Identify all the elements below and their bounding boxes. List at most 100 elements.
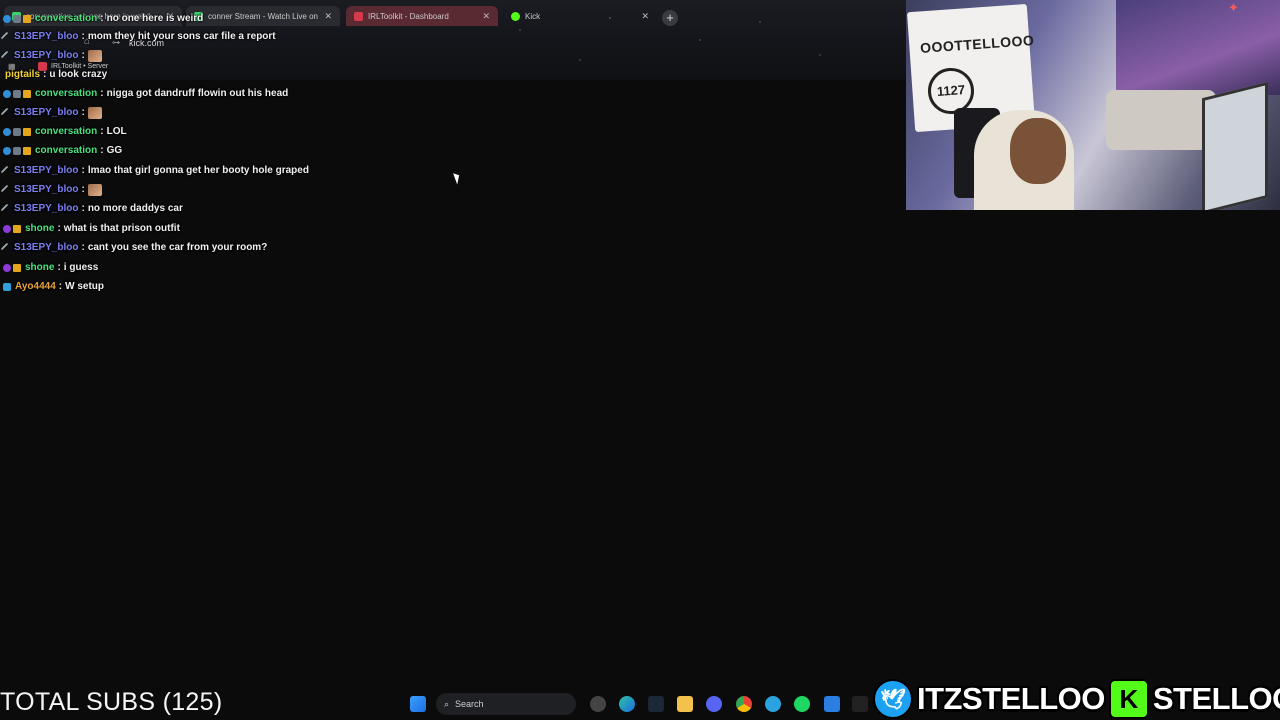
gift-badge-icon [13,263,21,272]
chat-username[interactable]: conversation [35,145,97,156]
chat-username[interactable]: conversation [35,88,97,99]
gift-badge-icon [23,89,31,98]
chat-text: cant you see the car from your room? [87,242,268,253]
verified-badge-icon [3,127,11,136]
chat-message: S13EPY_bloo: cant you see the car from yo… [0,238,268,257]
close-icon[interactable]: ✕ [482,11,490,22]
chat-username[interactable]: S13EPY_bloo [14,107,78,118]
close-icon[interactable]: ✕ [641,11,649,22]
search-placeholder: Search [455,699,484,709]
chat-username[interactable]: S13EPY_bloo [14,203,78,214]
social-handles: 🕊 ITZSTELLOO K STELLOOO [873,679,1280,719]
chat-separator: : [43,69,47,80]
chat-message: S13EPY_bloo: [0,46,102,65]
alert-icon: ✦ [1228,0,1239,15]
monitor [1202,81,1268,210]
gift-badge-icon [23,14,31,23]
emote-image [87,183,102,196]
chat-username[interactable]: Ayo4444 [15,281,56,292]
subscriber-badge-icon [13,127,21,136]
chat-username[interactable]: S13EPY_bloo [14,165,78,176]
chat-text: LOL [106,126,127,137]
chat-message: shone: i guess [3,258,98,277]
sword-badge-icon [0,50,11,61]
tab-4[interactable]: Kick ✕ [503,6,657,26]
chat-username[interactable]: pigtails [5,69,40,80]
chat-username[interactable]: conversation [35,13,97,24]
chat-username[interactable]: shone [25,223,54,234]
chat-separator: : [81,50,85,61]
bed [1106,90,1216,150]
chat-username[interactable]: conversation [35,126,97,137]
sword-badge-icon [0,165,11,176]
chat-text: i guess [63,262,99,273]
tab-3-label: IRLToolkit - Dashboard [368,11,449,21]
discord-icon[interactable] [706,696,722,712]
chat-username[interactable]: S13EPY_bloo [14,242,78,253]
verified-badge-icon [3,146,11,155]
chat-text: W setup [65,281,105,292]
tool-icon[interactable] [824,696,840,712]
chat-message: pigtails: u look crazy [3,65,107,84]
kick-favicon-icon [511,11,520,21]
chat-message: S13EPY_bloo: lmao that girl gonna get her… [0,161,309,180]
verified-badge-icon [3,89,11,98]
chat-text: what is that prison outfit [63,223,180,234]
chat-message: S13EPY_bloo: [0,180,102,199]
chat-text: GG [106,145,123,156]
taskbar-search[interactable]: ⌕ Search [436,693,576,715]
chat-message: conversation: no one here is weird [3,9,203,28]
sword-badge-icon [0,203,11,214]
chat-separator: : [81,107,85,118]
gift-badge-icon [23,127,31,136]
chat-separator: : [81,31,85,42]
sword-badge-icon [0,107,11,118]
emote-image [87,106,102,119]
tab-2[interactable]: conner Stream - Watch Live on ✕ [186,6,340,26]
chat-username[interactable]: shone [25,262,54,273]
search-icon: ⌕ [444,698,450,709]
chat-message: conversation: nigga got dandruff flowin o… [3,84,288,103]
chat-username[interactable]: S13EPY_bloo [14,31,78,42]
gift-badge-icon [13,224,21,233]
kick-handle: STELLOOO [1152,681,1280,716]
chat-separator: : [57,223,61,234]
tab-2-label: conner Stream - Watch Live on [208,11,318,21]
chat-separator: : [100,145,104,156]
tab-4-label: Kick [525,11,541,21]
sword-badge-icon [0,31,11,42]
subscriber-badge-icon [13,146,21,155]
edge-icon[interactable] [619,696,635,712]
spotify-icon[interactable] [794,696,810,712]
twitter-bird-icon: 🕊 [873,679,913,719]
tab-3[interactable]: IRLToolkit - Dashboard ✕ [346,6,498,26]
file-explorer-icon[interactable] [677,696,693,712]
chat-text: nigga got dandruff flowin out his head [106,88,289,99]
sword-badge-icon [0,242,11,253]
app-icon[interactable] [852,696,868,712]
chat-username[interactable]: S13EPY_bloo [14,184,78,195]
emote-image [87,49,102,62]
chat-separator: : [81,165,85,176]
chat-separator: : [81,203,85,214]
new-tab-button[interactable]: + [662,10,678,26]
settings-icon[interactable] [590,696,606,712]
boost-badge-icon [3,282,11,291]
chat-separator: : [100,126,104,137]
windows-start-icon[interactable] [410,696,426,712]
close-icon[interactable]: ✕ [324,11,332,22]
chrome-icon[interactable] [736,696,752,712]
steam-icon[interactable] [648,696,664,712]
twitter-handle: ITZSTELLOO [917,681,1105,716]
chat-username[interactable]: S13EPY_bloo [14,50,78,61]
telegram-icon[interactable] [765,696,781,712]
chat-message: conversation: GG [3,141,122,160]
webcam-feed: OOOTTELLOOO 1127 [906,0,1280,210]
subscriber-badge-icon [13,14,21,23]
chat-message: conversation: LOL [3,122,127,141]
gift-badge-icon [23,146,31,155]
chat-text: no more daddys car [87,203,183,214]
chat-separator: : [81,184,85,195]
subscriber-badge-icon [13,89,21,98]
chat-message: S13EPY_bloo: no more daddys car [0,199,183,218]
